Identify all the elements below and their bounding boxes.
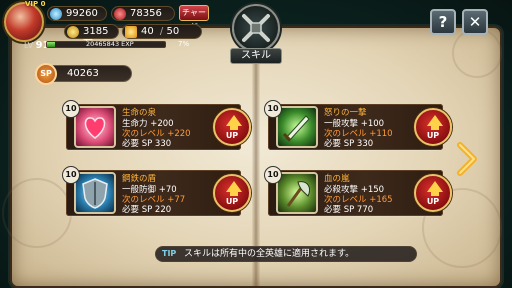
up-arrow-shaft: [431, 125, 439, 130]
close-button[interactable]: ✕: [462, 9, 488, 35]
tip-banner: TIP スキルは所有中の全英雄に適用されます。: [155, 246, 417, 262]
tip-label: TIP: [162, 249, 177, 258]
stamina-counter: 40 / 50: [122, 24, 202, 39]
stamina-value: 40: [141, 26, 154, 37]
skill-screen-emblem: スキル: [226, 2, 286, 64]
blood-axe-icon: [276, 172, 318, 214]
up-arrow-shaft: [230, 125, 238, 130]
page-title: スキル: [230, 48, 282, 64]
steel-shield-icon: [74, 172, 116, 214]
charge-button[interactable]: チャージ: [179, 5, 209, 31]
lightning-icon: [125, 26, 137, 38]
exp-bar: 20465843 EXP 7%: [46, 40, 192, 49]
stamina-max: 50: [166, 26, 180, 37]
ticket-value: 78356: [130, 8, 162, 19]
skill-level-badge: 10: [264, 100, 282, 118]
avatar[interactable]: [4, 2, 44, 42]
up-arrow-shaft: [230, 191, 238, 196]
sp-counter: SP 40263: [35, 63, 132, 85]
skill-sp-cost: 必要 SP 330: [122, 139, 172, 149]
up-label: UP: [225, 197, 239, 206]
skill-up-button-wrath-strike[interactable]: UP: [414, 108, 452, 146]
rune-circle-decoration: [2, 178, 72, 248]
gem-icon: [50, 8, 62, 20]
skill-screen: VIP 0 LV 91 99260 78356 チャージ 3185万 40 / …: [0, 0, 512, 288]
crossed-swords-icon: [232, 4, 280, 52]
gold-coin-icon: [67, 26, 79, 38]
skill-up-button-steel-shield[interactable]: UP: [213, 174, 251, 212]
skill-up-button-life-fountain[interactable]: UP: [213, 108, 251, 146]
skill-sp-cost: 必要 SP 220: [122, 205, 172, 215]
ticket-counter: 78356: [111, 6, 175, 21]
exp-value: 20465843 EXP: [86, 40, 134, 48]
skill-level-badge: 10: [264, 166, 282, 184]
gold-counter: 3185万: [64, 24, 119, 50]
heart-fountain-icon: [74, 106, 116, 148]
gem-counter: 99260: [47, 6, 107, 21]
skill-level-badge: 10: [62, 166, 80, 184]
exp-bar-fill: [47, 42, 56, 47]
ticket-icon: [114, 8, 126, 20]
skill-level-badge: 10: [62, 100, 80, 118]
help-button[interactable]: ?: [430, 9, 456, 35]
level-label: LV: [24, 41, 34, 50]
player-header: VIP 0 LV 91 99260 78356 チャージ 3185万 40 / …: [0, 0, 512, 64]
up-label: UP: [426, 131, 440, 140]
sp-value: 40263: [67, 68, 99, 79]
up-label: UP: [426, 197, 440, 206]
tip-text: スキルは所有中の全英雄に適用されます。: [184, 249, 355, 259]
gem-value: 99260: [66, 8, 98, 19]
up-arrow-shaft: [431, 191, 439, 196]
skill-sp-cost: 必要 SP 330: [324, 139, 374, 149]
skill-sp-cost: 必要 SP 770: [324, 205, 374, 215]
stamina-separator: /: [159, 26, 164, 37]
vip-badge: VIP 0: [25, 0, 46, 8]
next-page-chevron-icon[interactable]: [455, 142, 479, 176]
up-label: UP: [225, 131, 239, 140]
skill-up-button-blood-storm[interactable]: UP: [414, 174, 452, 212]
sp-badge-icon: SP: [35, 63, 57, 85]
sword-strike-icon: [276, 106, 318, 148]
exp-percent: 7%: [178, 40, 190, 48]
